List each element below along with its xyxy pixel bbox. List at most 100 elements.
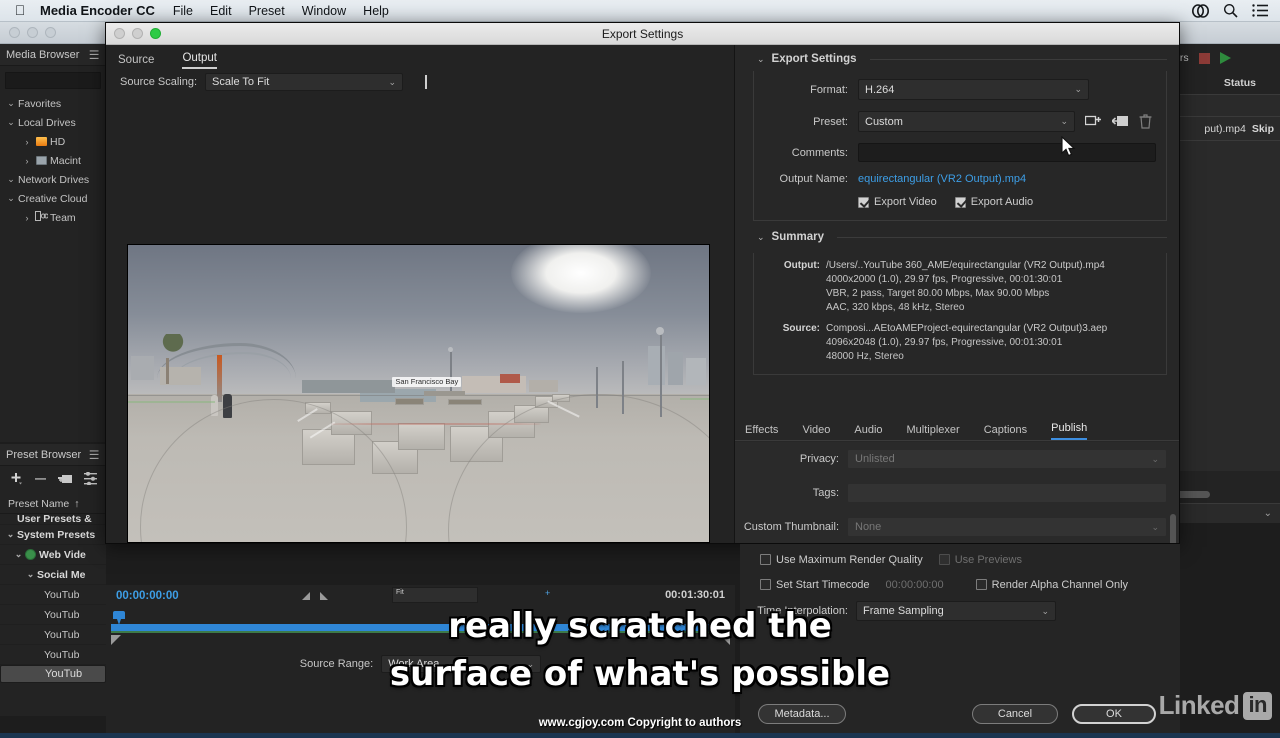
preset-browser-header: Preset Browser ☰	[0, 444, 106, 466]
timeline-scrubber-bar[interactable]	[111, 624, 725, 631]
media-browser-search-input[interactable]	[5, 72, 101, 89]
custom-thumbnail-select[interactable]: None ⌄	[847, 517, 1167, 537]
chevron-down-icon[interactable]: ⌄	[4, 98, 18, 109]
tags-input[interactable]	[847, 483, 1167, 503]
export-settings-section-header[interactable]: ⌄ Export Settings	[735, 45, 1179, 69]
summary-section-header[interactable]: ⌄ Summary	[735, 221, 1179, 247]
preset-select[interactable]: Custom ⌄	[858, 111, 1075, 132]
list-item-selected[interactable]: YouTub	[0, 665, 106, 683]
tab-source[interactable]: Source	[118, 54, 154, 69]
tree-item-team-projects[interactable]: › Team	[0, 208, 106, 227]
chevron-down-icon[interactable]: ⌄	[757, 54, 765, 65]
tree-item-hd[interactable]: › HD	[0, 132, 106, 151]
tags-label: Tags:	[812, 487, 839, 499]
tab-audio[interactable]: Audio	[854, 424, 882, 440]
green-path-line	[128, 400, 216, 403]
chevron-down-icon[interactable]: ⌄	[4, 117, 18, 128]
start-queue-icon[interactable]	[1219, 52, 1231, 64]
list-item[interactable]: YouTub	[0, 585, 106, 605]
dialog-minimize-button[interactable]	[132, 28, 143, 39]
menu-item-help[interactable]: Help	[363, 4, 389, 18]
list-item-social-media[interactable]: ⌄ Social Me	[0, 565, 106, 585]
tree-item-creative-cloud[interactable]: ⌄ Creative Cloud	[0, 189, 106, 208]
stop-icon[interactable]	[1198, 52, 1210, 64]
set-start-timecode-checkbox[interactable]: Set Start Timecode	[760, 579, 870, 591]
set-out-point-icon[interactable]	[320, 592, 328, 600]
zoom-level-select[interactable]: Fit	[392, 587, 478, 603]
render-alpha-channel-only-checkbox[interactable]: Render Alpha Channel Only	[975, 579, 1128, 591]
apple-icon[interactable]: 	[0, 2, 40, 20]
media-browser-menu-icon[interactable]: ☰	[89, 48, 100, 62]
export-audio-checkbox[interactable]: Export Audio	[954, 196, 1033, 208]
tab-video[interactable]: Video	[802, 424, 830, 440]
tab-publish[interactable]: Publish	[1051, 422, 1088, 440]
chevron-down-icon[interactable]: ⌄	[757, 232, 765, 243]
output-name-link[interactable]: equirectangular (VR2 Output).mp4	[858, 173, 1026, 185]
format-select[interactable]: H.264 ⌄	[858, 79, 1089, 100]
tab-output[interactable]: Output	[182, 52, 217, 69]
delete-preset-icon[interactable]	[1139, 114, 1156, 129]
dialog-zoom-button[interactable]	[150, 28, 161, 39]
tree-item-local-drives[interactable]: ⌄ Local Drives	[0, 113, 106, 132]
video-preview-image[interactable]: San Francisco Bay	[127, 244, 710, 543]
menu-item-window[interactable]: Window	[302, 4, 346, 18]
save-preset-icon[interactable]	[1084, 114, 1102, 129]
dialog-close-button[interactable]	[114, 28, 125, 39]
time-interpolation-select[interactable]: Frame Sampling ⌄	[856, 601, 1056, 621]
source-range-select[interactable]: Work Area ⌄	[381, 655, 542, 673]
privacy-select[interactable]: Unlisted ⌄	[847, 449, 1167, 469]
preset-settings-icon[interactable]	[84, 471, 97, 488]
app-minimize-button[interactable]	[27, 27, 38, 38]
new-folder-icon[interactable]	[58, 473, 73, 488]
export-video-checkbox[interactable]: Export Video	[858, 196, 937, 208]
tab-multiplexer[interactable]: Multiplexer	[907, 424, 960, 440]
comments-input[interactable]	[858, 143, 1156, 162]
chevron-down-icon[interactable]: ⌄	[24, 569, 37, 580]
chevron-right-icon[interactable]: ›	[20, 213, 34, 223]
menu-item-preset[interactable]: Preset	[249, 4, 285, 18]
preset-name-column-header[interactable]: Preset Name ↑	[0, 494, 106, 514]
list-item[interactable]: YouTub	[0, 645, 106, 665]
tab-captions[interactable]: Captions	[984, 424, 1027, 440]
work-area-end-handle[interactable]	[720, 635, 730, 645]
delete-preset-icon[interactable]	[34, 472, 47, 488]
chevron-down-icon[interactable]: ⌄	[1264, 508, 1272, 519]
add-marker-icon[interactable]: +	[545, 588, 550, 598]
preset-browser-menu-icon[interactable]: ☰	[89, 448, 100, 462]
list-item[interactable]: YouTub	[0, 625, 106, 645]
table-row[interactable]: put).mp4 Skip	[1168, 117, 1280, 141]
chevron-right-icon[interactable]: ›	[20, 137, 34, 147]
chevron-right-icon[interactable]: ›	[20, 156, 34, 166]
publish-scrollbar[interactable]	[1170, 514, 1176, 543]
linkedin-watermark: Linked in	[1159, 690, 1272, 721]
import-preset-icon[interactable]	[1110, 114, 1129, 129]
source-scaling-select[interactable]: Scale To Fit ⌄	[205, 73, 404, 91]
app-close-button[interactable]	[9, 27, 20, 38]
set-in-point-icon[interactable]	[302, 592, 310, 600]
list-item[interactable]: YouTub	[0, 605, 106, 625]
work-area-start-handle[interactable]	[111, 635, 121, 645]
list-item-system-presets[interactable]: ⌄ System Presets	[0, 525, 106, 545]
macos-menu-bar:  Media Encoder CC File Edit Preset Wind…	[0, 0, 1280, 22]
creative-cloud-icon[interactable]	[1192, 3, 1209, 18]
chevron-down-icon[interactable]: ⌄	[4, 174, 18, 185]
menu-item-edit[interactable]: Edit	[210, 4, 232, 18]
tab-effects[interactable]: Effects	[745, 424, 778, 440]
tree-item-macintosh[interactable]: › Macint	[0, 151, 106, 170]
current-timecode[interactable]: 00:00:00:00	[116, 590, 179, 602]
use-maximum-render-quality-checkbox[interactable]: Use Maximum Render Quality	[760, 554, 923, 566]
list-item-web-video[interactable]: ⌄ Web Vide	[0, 545, 106, 565]
chevron-down-icon[interactable]: ⌄	[4, 193, 18, 204]
new-preset-icon[interactable]	[10, 472, 23, 488]
start-timecode-value[interactable]: 00:00:00:00	[886, 579, 944, 591]
app-zoom-button[interactable]	[45, 27, 56, 38]
chevron-down-icon[interactable]: ⌄	[4, 529, 17, 540]
linkedin-text: Linked	[1158, 690, 1240, 720]
chevron-down-icon[interactable]: ⌄	[12, 549, 25, 560]
tree-item-favorites[interactable]: ⌄ Favorites	[0, 94, 106, 113]
menu-item-file[interactable]: File	[173, 4, 193, 18]
tree-item-network-drives[interactable]: ⌄ Network Drives	[0, 170, 106, 189]
list-icon[interactable]	[1252, 4, 1268, 17]
search-icon[interactable]	[1223, 3, 1238, 18]
list-item[interactable]: User Presets &	[0, 514, 106, 525]
